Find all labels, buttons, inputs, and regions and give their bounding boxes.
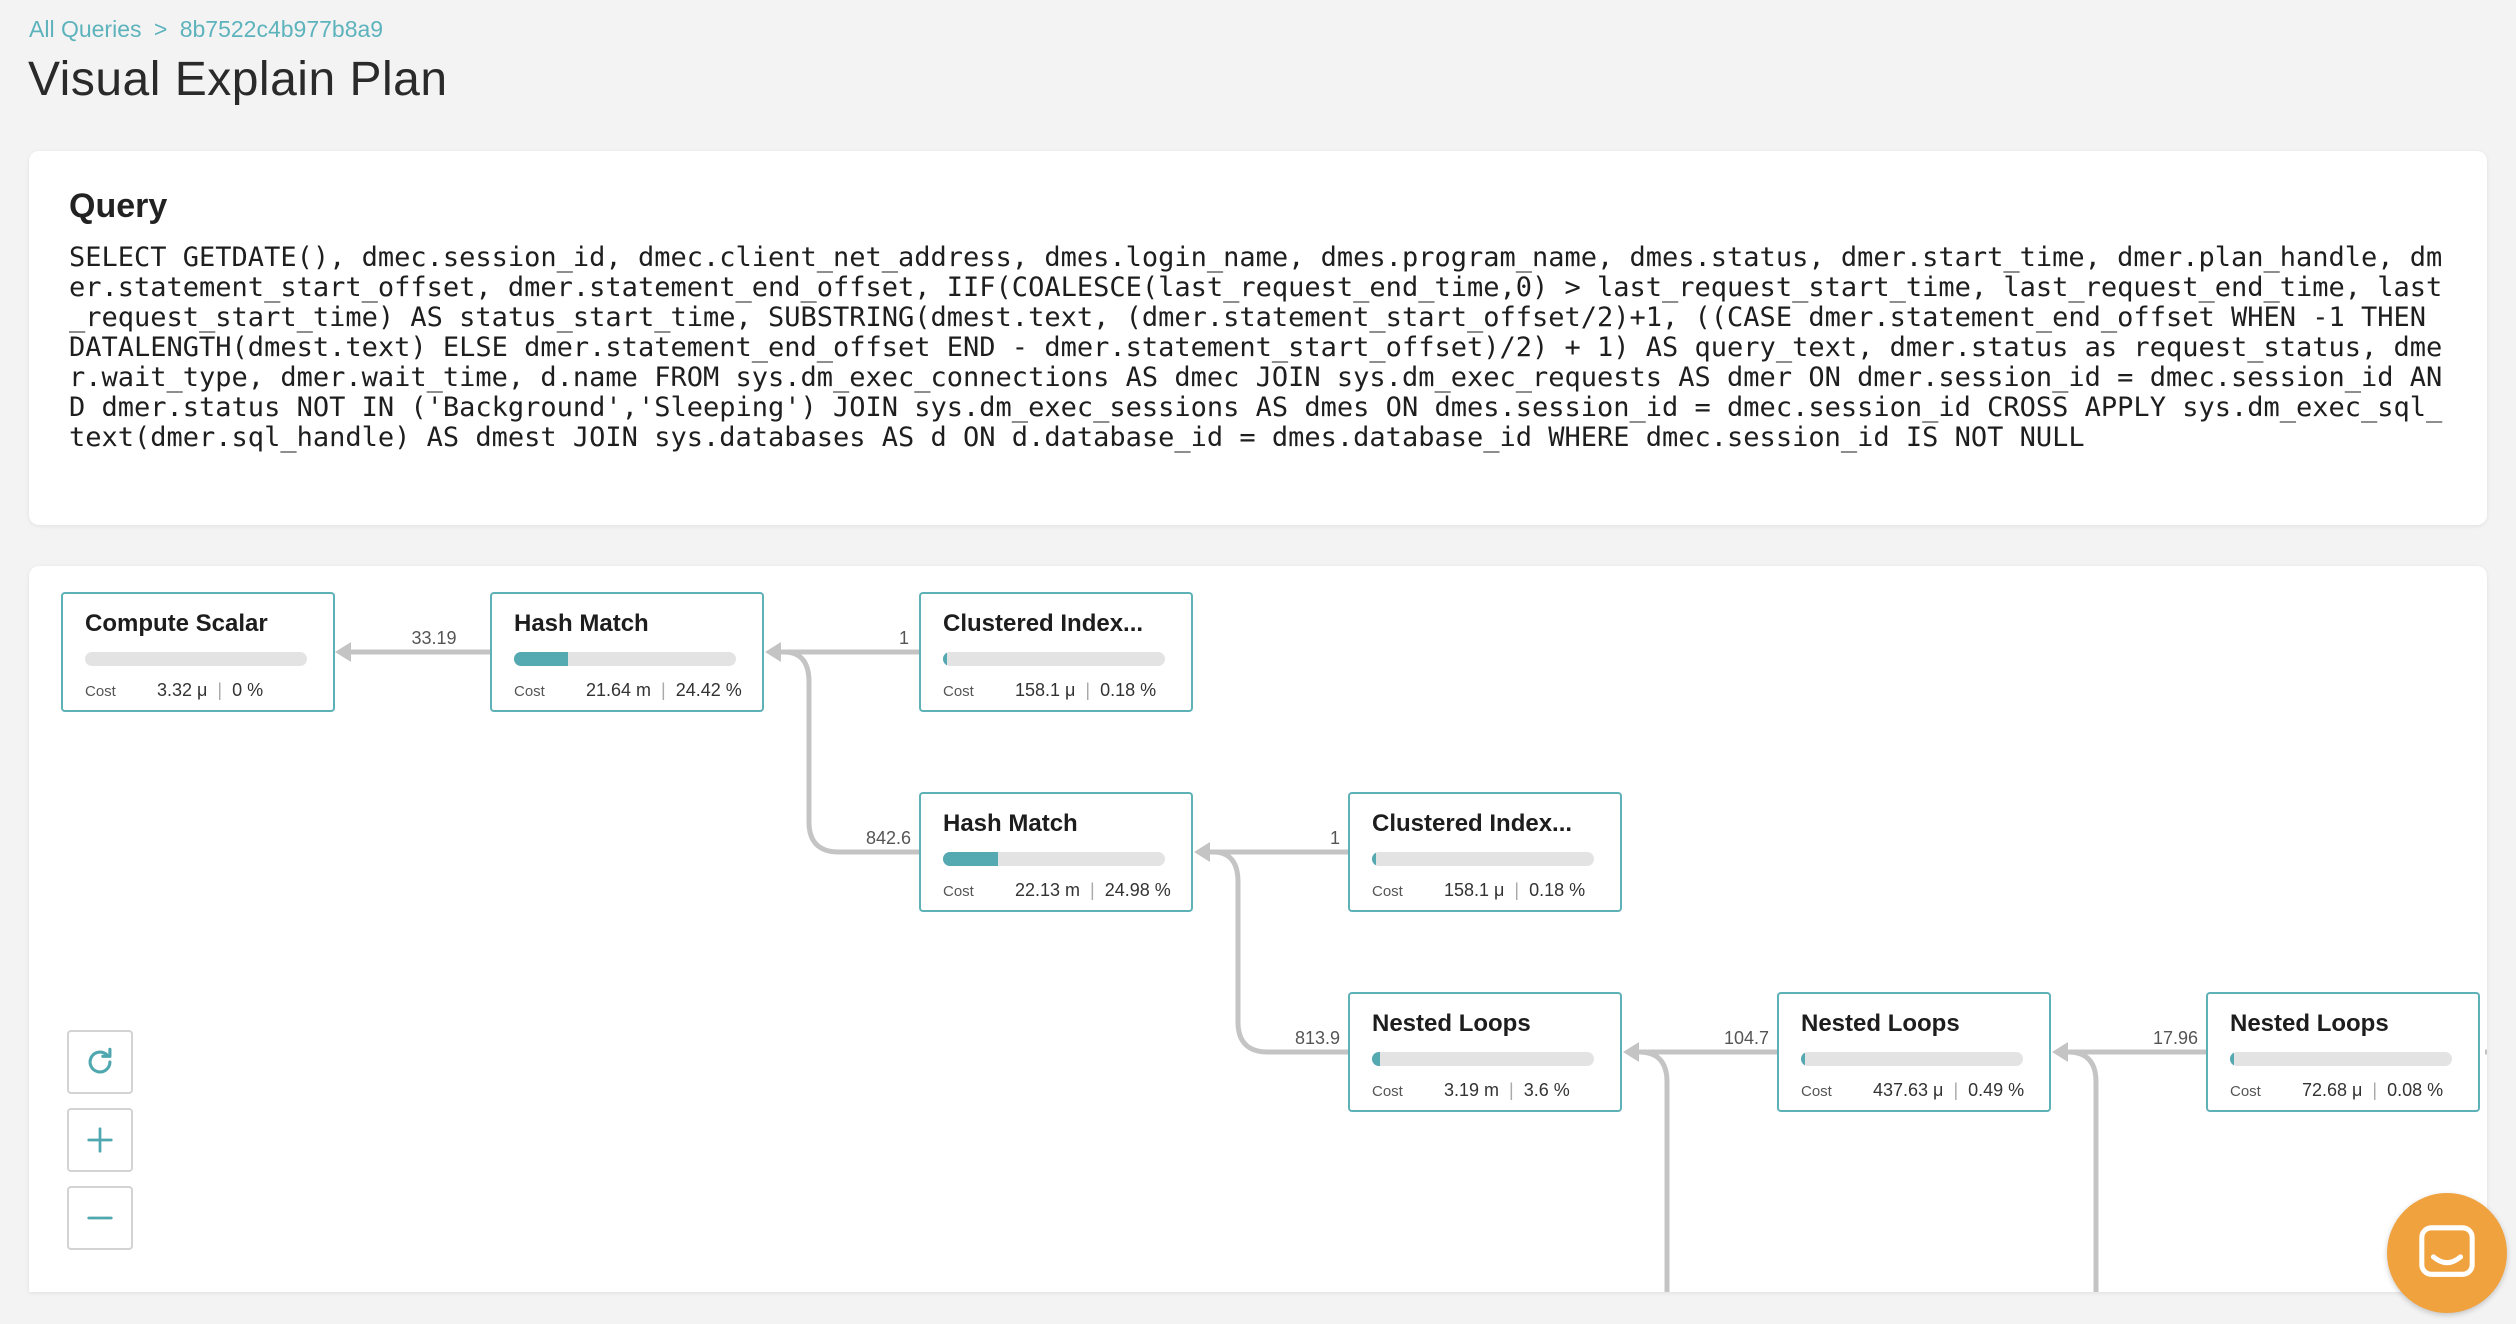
node-title: Nested Loops — [1801, 1010, 1960, 1037]
edge-arrow — [1194, 842, 1210, 862]
node-percent: 0.49 % — [1968, 1080, 2025, 1100]
node-cost-bar-fill — [1801, 1052, 1805, 1066]
node-title: Hash Match — [943, 810, 1078, 837]
node-percent: 0.08 % — [2387, 1080, 2444, 1100]
node-cost-bar — [1372, 852, 1594, 866]
node-title: Clustered Index... — [1372, 810, 1573, 837]
cost-label: Cost — [1372, 883, 1403, 900]
node-cost-row: Cost 437.63 μ | 0.49 % — [1801, 1080, 2025, 1100]
zoom-out-button[interactable] — [67, 1186, 133, 1250]
plan-edges: 33.19 1 842.6 1 813.9 104.7 17.96 — [335, 628, 2487, 1292]
minus-icon — [87, 1216, 113, 1220]
node-cost: 158.1 μ — [1015, 680, 1076, 700]
node-percent: 0.18 % — [1100, 680, 1157, 700]
node-cost-row: Cost 22.13 m | 24.98 % — [943, 880, 1171, 900]
node-percent: 3.6 % — [1523, 1080, 1570, 1100]
plan-node-hash-match-2[interactable]: Hash Match Cost 22.13 m | 24.98 % — [919, 792, 1193, 912]
query-card: Query SELECT GETDATE(), dmec.session_id,… — [29, 151, 2487, 525]
plan-node-clustered-index-2[interactable]: Clustered Index... Cost 158.1 μ | 0.18 % — [1348, 792, 1622, 912]
edge-to-nested-loops-1-from-below — [1638, 1049, 1670, 1292]
cost-label: Cost — [1801, 1083, 1832, 1100]
plan-canvas[interactable]: 33.19 1 842.6 1 813.9 104.7 17.96 Comput… — [29, 566, 2487, 1292]
edge-label: 813.9 — [1295, 1028, 1340, 1048]
edge-label: 1 — [1330, 828, 1340, 848]
cost-label: Cost — [514, 683, 545, 700]
node-cost: 72.68 μ — [2302, 1080, 2363, 1100]
refresh-icon — [88, 1047, 112, 1074]
zoom-controls — [67, 1030, 133, 1264]
cost-label: Cost — [85, 683, 116, 700]
node-cost: 3.19 m — [1444, 1080, 1500, 1100]
node-title: Nested Loops — [1372, 1010, 1531, 1037]
breadcrumb: All Queries > 8b7522c4b977b8a9 — [29, 16, 389, 43]
node-cost-bar — [1372, 1052, 1594, 1066]
node-percent: 0.18 % — [1529, 880, 1586, 900]
reset-view-button[interactable] — [67, 1030, 133, 1094]
edge-label: 104.7 — [1724, 1028, 1769, 1048]
node-cost-bar — [943, 652, 1165, 666]
node-cost-row: Cost 72.68 μ | 0.08 % — [2230, 1080, 2444, 1100]
plan-node-compute-scalar[interactable]: Compute Scalar Cost 3.32 μ | 0 % — [61, 592, 335, 712]
node-percent: 24.98 % — [1104, 880, 1171, 900]
plus-icon — [87, 1127, 113, 1153]
node-percent: 24.42 % — [675, 680, 742, 700]
edge-label: 33.19 — [411, 628, 456, 648]
node-cost-bar — [1801, 1052, 2023, 1066]
chat-icon — [2419, 1225, 2475, 1277]
node-cost-bar — [514, 652, 736, 666]
page-title: Visual Explain Plan — [28, 53, 448, 106]
node-cost-bar-fill — [2230, 1052, 2234, 1066]
cost-label: Cost — [2230, 1083, 2261, 1100]
edge-arrow — [765, 642, 781, 662]
plan-node-hash-match-1[interactable]: Hash Match Cost 21.64 m | 24.42 % — [490, 592, 764, 712]
node-cost: 21.64 m — [586, 680, 652, 700]
chat-launcher-button[interactable] — [2387, 1193, 2507, 1313]
edge-arrow — [335, 642, 351, 662]
node-cost-row: Cost 158.1 μ | 0.18 % — [1372, 880, 1586, 900]
plan-node-nested-loops-1[interactable]: Nested Loops Cost 3.19 m | 3.6 % — [1348, 992, 1622, 1112]
zoom-in-button[interactable] — [67, 1108, 133, 1172]
node-cost-row: Cost 158.1 μ | 0.18 % — [943, 680, 1157, 700]
edge-arrow — [1623, 1042, 1639, 1062]
node-cost: 437.63 μ — [1873, 1080, 1944, 1100]
node-cost-bar-fill — [514, 652, 569, 666]
node-percent: 0 % — [232, 680, 264, 700]
node-title: Compute Scalar — [85, 610, 268, 637]
node-cost-bar — [943, 852, 1165, 866]
node-cost-row: Cost 21.64 m | 24.42 % — [514, 680, 742, 700]
edge-label: 842.6 — [866, 828, 911, 848]
edge-label: 1 — [899, 628, 909, 648]
node-cost: 22.13 m — [1015, 880, 1081, 900]
node-cost-bar-fill — [943, 652, 947, 666]
node-cost-bar-fill — [1372, 852, 1376, 866]
node-title: Nested Loops — [2230, 1010, 2389, 1037]
node-cost-bar-fill — [1372, 1052, 1380, 1066]
breadcrumb-separator: > — [153, 16, 168, 42]
edge-arrow — [2052, 1042, 2068, 1062]
plan-node-nested-loops-2[interactable]: Nested Loops Cost 437.63 μ | 0.49 % — [1777, 992, 2051, 1112]
cost-label: Cost — [943, 683, 974, 700]
query-heading: Query — [69, 187, 168, 225]
node-title: Clustered Index... — [943, 610, 1144, 637]
edge-to-nested-loops-2-from-below — [2067, 1049, 2099, 1292]
node-cost-row: Cost 3.19 m | 3.6 % — [1372, 1080, 1570, 1100]
plan-node-nested-loops-3[interactable]: Nested Loops Cost 72.68 μ | 0.08 % — [2206, 992, 2480, 1112]
breadcrumb-current[interactable]: 8b7522c4b977b8a9 — [180, 16, 383, 42]
node-cost: 3.32 μ — [157, 680, 208, 700]
edge-label: 17.96 — [2153, 1028, 2198, 1048]
node-cost-row: Cost 3.32 μ | 0 % — [85, 680, 264, 700]
node-cost-bar — [85, 652, 307, 666]
node-cost-bar-fill — [943, 852, 999, 866]
plan-node-clustered-index-1[interactable]: Clustered Index... Cost 158.1 μ | 0.18 % — [919, 592, 1193, 712]
node-cost: 158.1 μ — [1444, 880, 1505, 900]
breadcrumb-root-link[interactable]: All Queries — [29, 16, 141, 42]
edge-nested-loops-1-to-hash-match-2 — [1212, 849, 1348, 1055]
node-cost-bar — [2230, 1052, 2452, 1066]
node-title: Hash Match — [514, 610, 649, 637]
cost-label: Cost — [1372, 1083, 1403, 1100]
cost-label: Cost — [943, 883, 974, 900]
query-text: SELECT GETDATE(), dmec.session_id, dmec.… — [69, 242, 2443, 453]
edge-hash-match-2-to-hash-match-1 — [783, 649, 919, 855]
